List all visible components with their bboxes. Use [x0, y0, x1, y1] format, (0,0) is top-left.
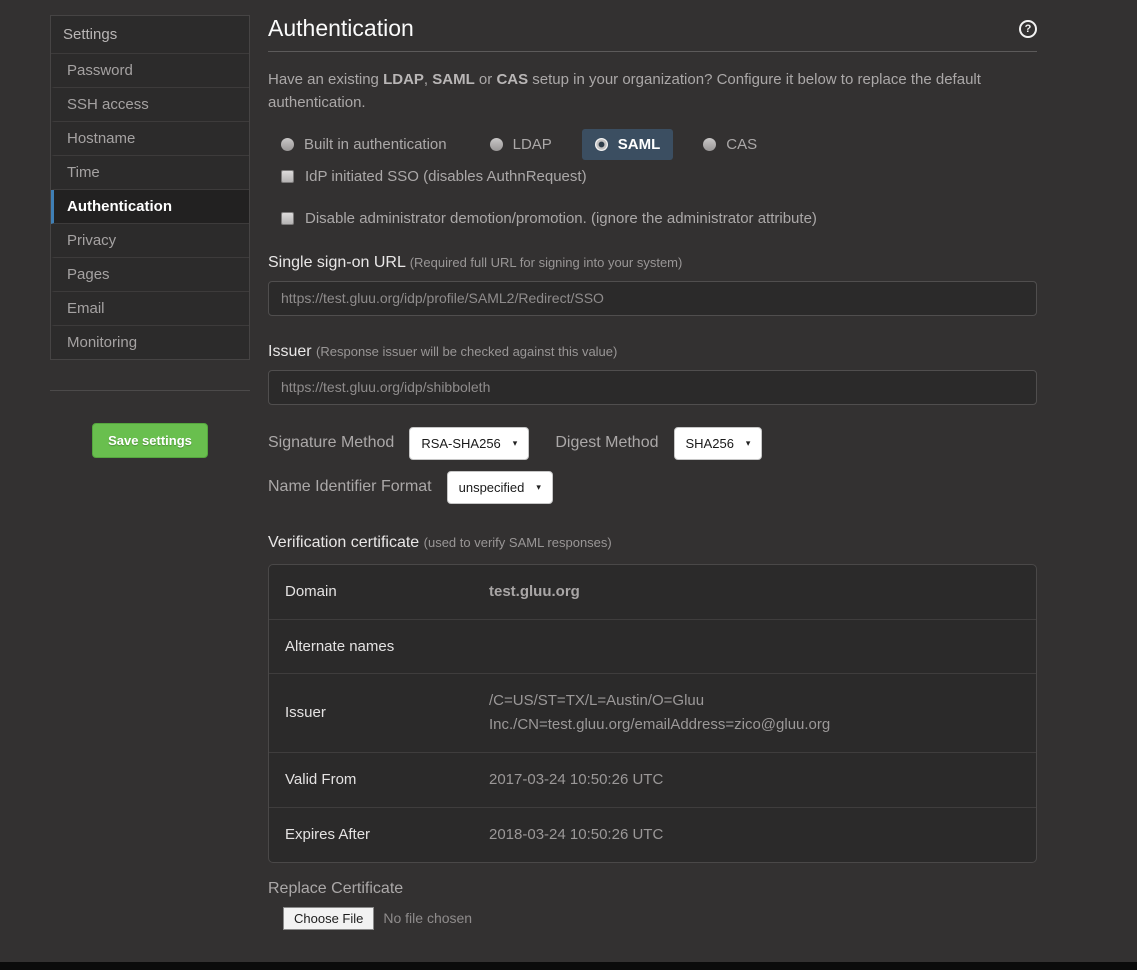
digest-method-select[interactable]: SHA256 ▾: [674, 427, 763, 460]
sso-url-label: Single sign-on URL (Required full URL fo…: [268, 254, 1037, 272]
row-value: 2018-03-24 10:50:26 UTC: [473, 807, 1036, 862]
field-hint: (Required full URL for signing into your…: [410, 255, 683, 270]
intro-text: Have an existing LDAP, SAML or CAS setup…: [268, 68, 993, 115]
authentication-panel: Authentication ? Have an existing LDAP, …: [268, 15, 1037, 930]
sidebar-item-privacy[interactable]: Privacy: [51, 224, 249, 258]
replace-certificate-label: Replace Certificate: [268, 880, 1037, 898]
settings-menu: Settings Password SSH access Hostname Ti…: [50, 15, 250, 360]
signature-digest-row: Signature Method RSA-SHA256 ▾ Digest Met…: [268, 427, 1037, 460]
table-row-alternate-names: Alternate names: [269, 619, 1036, 673]
field-label-text: Issuer: [268, 343, 312, 360]
radio-icon: [703, 138, 716, 151]
intro-segment: Have an existing: [268, 71, 383, 88]
issuer-value: /C=US/ST=TX/L=Austin/O=Gluu Inc./CN=test…: [489, 689, 929, 737]
expires-after-value: 2018-03-24 10:50:26 UTC: [489, 823, 929, 847]
row-value: 2017-03-24 10:50:26 UTC: [473, 752, 1036, 807]
field-label-text: Single sign-on URL: [268, 254, 405, 271]
valid-from-value: 2017-03-24 10:50:26 UTC: [489, 768, 929, 792]
field-hint: (Response issuer will be checked against…: [316, 344, 617, 359]
chevron-down-icon: ▾: [513, 438, 518, 449]
sidebar-item-hostname[interactable]: Hostname: [51, 122, 249, 156]
name-identifier-format-label: Name Identifier Format: [268, 478, 432, 496]
digest-method-label: Digest Method: [555, 434, 658, 452]
row-label: Alternate names: [269, 619, 473, 673]
sso-url-field-group: Single sign-on URL (Required full URL fo…: [268, 254, 1037, 316]
domain-value: test.gluu.org: [489, 580, 929, 604]
checkbox-idp-initiated-sso[interactable]: IdP initiated SSO (disables AuthnRequest…: [268, 168, 1037, 185]
intro-segment: ,: [424, 71, 432, 88]
radio-built-in-authentication[interactable]: Built in authentication: [268, 129, 460, 160]
checkbox-icon: [281, 212, 294, 225]
row-label: Domain: [269, 565, 473, 619]
row-value: /C=US/ST=TX/L=Austin/O=Gluu Inc./CN=test…: [473, 673, 1036, 752]
chevron-down-icon: ▾: [746, 438, 751, 449]
radio-ldap[interactable]: LDAP: [477, 129, 565, 160]
sidebar-item-password[interactable]: Password: [51, 54, 249, 88]
settings-page: Settings Password SSH access Hostname Ti…: [0, 0, 1137, 970]
issuer-label: Issuer (Response issuer will be checked …: [268, 343, 1037, 361]
save-settings-button[interactable]: Save settings: [92, 423, 208, 458]
table-row-expires-after: Expires After 2018-03-24 10:50:26 UTC: [269, 807, 1036, 862]
sidebar-divider: [50, 390, 250, 391]
row-label: Issuer: [269, 673, 473, 752]
help-icon[interactable]: ?: [1019, 20, 1037, 38]
checkbox-disable-admin-demotion[interactable]: Disable administrator demotion/promotion…: [268, 210, 1037, 227]
issuer-input[interactable]: [268, 370, 1037, 405]
signature-method-label: Signature Method: [268, 434, 394, 452]
chevron-down-icon: ▾: [536, 482, 541, 493]
intro-segment-ldap: LDAP: [383, 71, 424, 88]
name-identifier-row: Name Identifier Format unspecified ▾: [268, 471, 1037, 504]
select-value: SHA256: [686, 436, 734, 451]
page-title: Authentication: [268, 15, 414, 42]
name-identifier-format-select[interactable]: unspecified ▾: [447, 471, 553, 504]
intro-segment: or: [475, 71, 497, 88]
issuer-field-group: Issuer (Response issuer will be checked …: [268, 343, 1037, 405]
row-label: Valid From: [269, 752, 473, 807]
choose-file-button[interactable]: Choose File: [283, 907, 374, 930]
certificate-table: Domain test.gluu.org Alternate names Iss…: [268, 564, 1037, 863]
file-status-text: No file chosen: [383, 910, 472, 926]
signature-method-select[interactable]: RSA-SHA256 ▾: [409, 427, 529, 460]
field-label-text: Verification certificate: [268, 534, 419, 551]
radio-saml[interactable]: SAML: [582, 129, 674, 160]
radio-label: SAML: [618, 136, 661, 153]
radio-label: Built in authentication: [304, 136, 447, 153]
intro-segment-cas: CAS: [496, 71, 528, 88]
row-value: test.gluu.org: [473, 565, 1036, 619]
row-value: [473, 619, 1036, 673]
radio-checked-icon: [595, 138, 608, 151]
intro-segment-saml: SAML: [432, 71, 475, 88]
sidebar-item-monitoring[interactable]: Monitoring: [51, 326, 249, 359]
radio-icon: [490, 138, 503, 151]
select-value: unspecified: [459, 480, 525, 495]
row-label: Expires After: [269, 807, 473, 862]
table-row-valid-from: Valid From 2017-03-24 10:50:26 UTC: [269, 752, 1036, 807]
table-row-issuer: Issuer /C=US/ST=TX/L=Austin/O=Gluu Inc./…: [269, 673, 1036, 752]
radio-icon: [281, 138, 294, 151]
radio-label: CAS: [726, 136, 757, 153]
checkbox-icon: [281, 170, 294, 183]
sidebar-item-time[interactable]: Time: [51, 156, 249, 190]
title-divider: [268, 51, 1037, 52]
auth-method-options: Built in authentication LDAP SAML CAS: [268, 129, 1037, 160]
sidebar: Settings Password SSH access Hostname Ti…: [50, 15, 250, 458]
checkbox-label: IdP initiated SSO (disables AuthnRequest…: [305, 168, 587, 185]
bottom-edge-strip: [0, 962, 1137, 970]
title-row: Authentication ?: [268, 15, 1037, 42]
sso-url-input[interactable]: [268, 281, 1037, 316]
verification-certificate-label: Verification certificate (used to verify…: [268, 534, 1037, 552]
certificate-file-input[interactable]: Choose File No file chosen: [283, 907, 1037, 930]
sidebar-header: Settings: [51, 16, 249, 54]
sidebar-item-email[interactable]: Email: [51, 292, 249, 326]
select-value: RSA-SHA256: [421, 436, 500, 451]
sidebar-item-pages[interactable]: Pages: [51, 258, 249, 292]
checkbox-label: Disable administrator demotion/promotion…: [305, 210, 817, 227]
field-hint: (used to verify SAML responses): [424, 535, 612, 550]
radio-label: LDAP: [513, 136, 552, 153]
sidebar-item-ssh-access[interactable]: SSH access: [51, 88, 249, 122]
table-row-domain: Domain test.gluu.org: [269, 565, 1036, 619]
sidebar-item-authentication[interactable]: Authentication: [51, 190, 249, 224]
radio-cas[interactable]: CAS: [690, 129, 770, 160]
